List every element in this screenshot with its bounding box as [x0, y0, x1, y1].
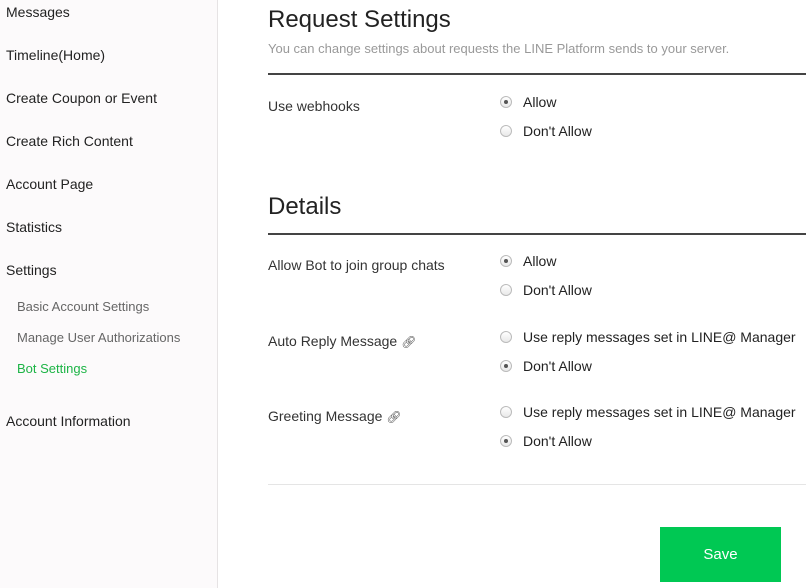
link-icon[interactable]: 🔗︎ [401, 335, 416, 349]
radio-selected-icon [500, 435, 512, 447]
radio-icon [500, 125, 512, 137]
greeting-label: Greeting Message 🔗︎ [268, 408, 402, 424]
auto-reply-dont-allow-radio[interactable]: Don't Allow [500, 358, 592, 374]
nav-account-page[interactable]: Account Page [6, 176, 93, 192]
nav-messages[interactable]: Messages [6, 4, 70, 20]
nav-basic-account-settings[interactable]: Basic Account Settings [17, 299, 149, 314]
option-label: Don't Allow [523, 433, 592, 449]
auto-reply-use-manager-radio[interactable]: Use reply messages set in LINE@ Manager [500, 329, 796, 345]
details-title: Details [268, 193, 342, 220]
radio-selected-icon [500, 360, 512, 372]
request-settings-description: You can change settings about requests t… [268, 41, 730, 56]
option-label: Don't Allow [523, 358, 592, 374]
nav-bot-settings[interactable]: Bot Settings [17, 361, 87, 376]
webhooks-allow-radio[interactable]: Allow [500, 94, 556, 110]
link-icon[interactable]: 🔗︎ [386, 410, 401, 424]
option-label: Use reply messages set in LINE@ Manager [523, 404, 796, 420]
main-content: Request Settings You can change settings… [268, 0, 806, 588]
nav-create-rich-content[interactable]: Create Rich Content [6, 133, 133, 149]
option-label: Allow [523, 253, 557, 269]
option-label: Don't Allow [523, 123, 592, 139]
option-label: Use reply messages set in LINE@ Manager [523, 329, 796, 345]
greeting-use-manager-radio[interactable]: Use reply messages set in LINE@ Manager [500, 404, 796, 420]
join-dont-allow-radio[interactable]: Don't Allow [500, 282, 592, 298]
auto-reply-label: Auto Reply Message 🔗︎ [268, 333, 416, 349]
option-label: Allow [523, 94, 557, 110]
webhooks-label: Use webhooks [268, 98, 360, 114]
divider [268, 484, 806, 485]
nav-statistics[interactable]: Statistics [6, 219, 62, 235]
divider [268, 233, 806, 235]
nav-account-information[interactable]: Account Information [6, 413, 131, 429]
option-label: Don't Allow [523, 282, 592, 298]
nav-manage-user-authorizations[interactable]: Manage User Authorizations [17, 330, 180, 345]
sidebar: Messages Timeline(Home) Create Coupon or… [0, 0, 218, 588]
save-button[interactable]: Save [660, 527, 781, 582]
nav-settings[interactable]: Settings [6, 262, 57, 278]
radio-icon [500, 406, 512, 418]
label-text: Auto Reply Message [268, 333, 398, 349]
nav-timeline[interactable]: Timeline(Home) [6, 47, 105, 63]
webhooks-dont-allow-radio[interactable]: Don't Allow [500, 123, 592, 139]
nav-create-coupon[interactable]: Create Coupon or Event [6, 90, 157, 106]
label-text: Greeting Message [268, 408, 383, 424]
request-settings-title: Request Settings [268, 6, 451, 33]
join-allow-radio[interactable]: Allow [500, 253, 556, 269]
radio-icon [500, 284, 512, 296]
radio-selected-icon [500, 255, 512, 267]
greeting-dont-allow-radio[interactable]: Don't Allow [500, 433, 592, 449]
radio-icon [500, 331, 512, 343]
join-group-label: Allow Bot to join group chats [268, 257, 445, 273]
radio-selected-icon [500, 96, 512, 108]
divider [268, 73, 806, 75]
